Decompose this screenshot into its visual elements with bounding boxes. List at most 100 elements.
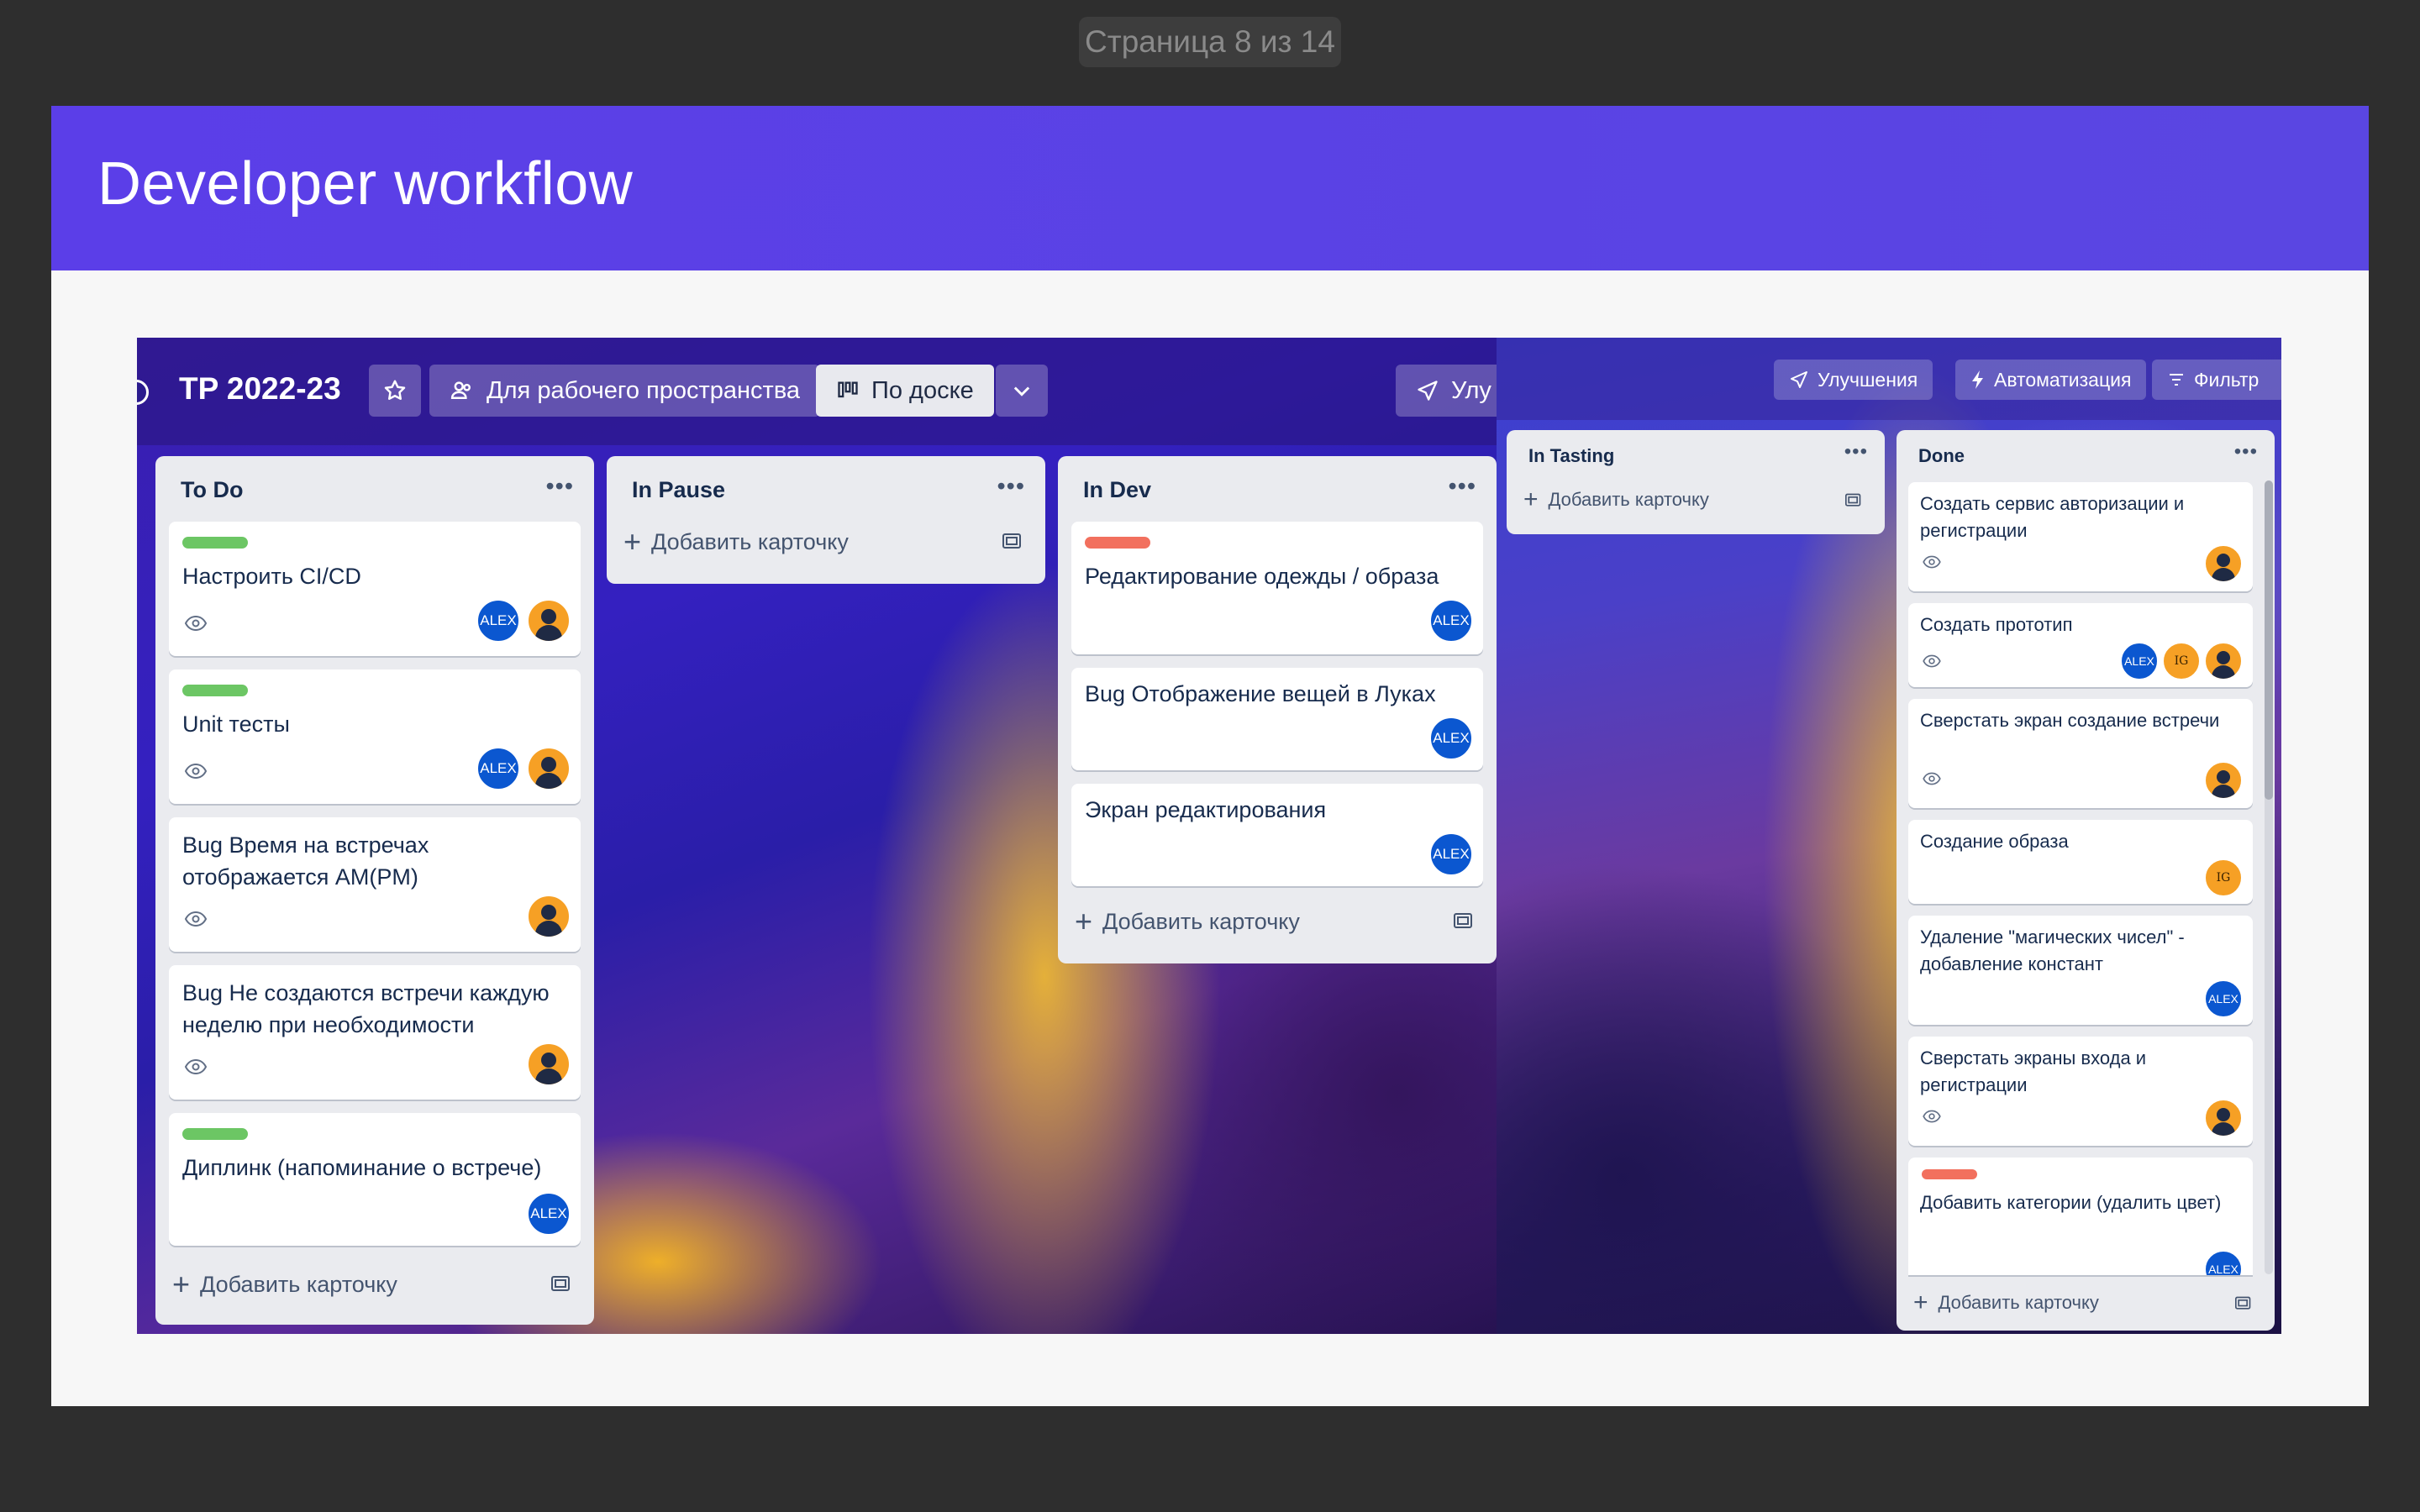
- power-ups-label-partial: Улу: [1451, 376, 1491, 404]
- avatar[interactable]: ALEX: [1429, 599, 1473, 643]
- card-title: Сверстать экраны входа и регистрации: [1920, 1047, 2147, 1095]
- card-template-icon[interactable]: [1453, 911, 1475, 932]
- rocket-icon: [1418, 381, 1438, 401]
- eye-icon: [1923, 1110, 1941, 1123]
- card-title: Сверстать экран создание встречи: [1920, 710, 2220, 731]
- list-title[interactable]: To Do: [181, 477, 243, 503]
- add-card-button[interactable]: + Добавить карточку: [623, 527, 849, 557]
- avatar[interactable]: [527, 895, 571, 938]
- avatar[interactable]: ALEX: [1429, 717, 1473, 760]
- avatar[interactable]: ALEX: [2204, 979, 2243, 1018]
- card-template-icon[interactable]: [2234, 1295, 2253, 1312]
- avatar[interactable]: ALEX: [2204, 1250, 2243, 1275]
- card[interactable]: Unit тесты ALEX: [169, 669, 581, 804]
- person-icon-body: [2212, 665, 2235, 679]
- card-label-red[interactable]: [1085, 537, 1150, 549]
- card[interactable]: Создание образа IG: [1908, 820, 2253, 904]
- power-ups-button[interactable]: Улучшения: [1774, 360, 1933, 400]
- add-card-button[interactable]: + Добавить карточку: [1075, 906, 1300, 937]
- card[interactable]: Bug Отображение вещей в Луках ALEX: [1071, 668, 1483, 770]
- board-topbar: TP 2022-23 Для рабочего пространства По …: [137, 338, 1497, 445]
- eye-icon: [184, 1058, 208, 1075]
- card[interactable]: Сверстать экраны входа и регистрации: [1908, 1037, 2253, 1146]
- card[interactable]: Экран редактирования ALEX: [1071, 784, 1483, 886]
- card-template-icon[interactable]: [1844, 492, 1863, 509]
- avatar[interactable]: [527, 747, 571, 790]
- card-members: ALEX: [476, 599, 571, 643]
- sidebar-toggle[interactable]: [137, 380, 149, 405]
- card-label-green[interactable]: [182, 685, 248, 696]
- scrollbar-thumb[interactable]: [2265, 480, 2273, 800]
- card-title: Создать прототип: [1920, 614, 2073, 635]
- card-template-icon[interactable]: [1002, 532, 1023, 552]
- avatar[interactable]: [2204, 1099, 2243, 1137]
- avatar[interactable]: ALEX: [1429, 832, 1473, 876]
- plus-icon: +: [1913, 1289, 1928, 1316]
- filters-label: Фильтр: [2194, 368, 2260, 391]
- add-card-button[interactable]: + Добавить карточку: [1913, 1290, 2099, 1315]
- card-template-icon[interactable]: [550, 1274, 572, 1294]
- avatar[interactable]: [527, 599, 571, 643]
- card-members: [2204, 544, 2243, 583]
- card-label-green[interactable]: [182, 1128, 248, 1140]
- workspace-visibility-button[interactable]: Для рабочего пространства: [429, 365, 821, 417]
- avatar[interactable]: ALEX: [2120, 642, 2159, 680]
- card[interactable]: Создать сервис авторизации и регистрации: [1908, 482, 2253, 591]
- card-members: ALEX: [527, 1192, 571, 1236]
- card[interactable]: Создать прототип ALEX IG: [1908, 603, 2253, 687]
- add-card-button[interactable]: + Добавить карточку: [172, 1269, 397, 1299]
- filters-button[interactable]: Фильтр: [2152, 360, 2281, 400]
- list-title[interactable]: In Tasting: [1528, 445, 1614, 467]
- card-title: Добавить категории (удалить цвет): [1920, 1192, 2222, 1213]
- power-ups-button-partial[interactable]: Улу: [1396, 365, 1497, 417]
- card-label-red[interactable]: [1922, 1169, 1977, 1179]
- card-title: Экран редактирования: [1085, 797, 1327, 822]
- card[interactable]: Настроить CI/CD ALEX: [169, 522, 581, 656]
- avatar[interactable]: [2204, 544, 2243, 583]
- card-members: ALEX: [1429, 717, 1473, 760]
- automation-button[interactable]: Автоматизация: [1955, 360, 2147, 400]
- card-title: Диплинк (напоминание о встрече): [182, 1155, 542, 1180]
- card-title: Создание образа: [1920, 831, 2069, 852]
- card[interactable]: Bug Не создаются встречи каждую неделю п…: [169, 965, 581, 1100]
- list-title[interactable]: In Dev: [1083, 477, 1151, 503]
- card-members: [527, 895, 571, 938]
- card-title: Удаление "магических чисел" - добавление…: [1920, 927, 2185, 974]
- card[interactable]: Добавить категории (удалить цвет) ALEX: [1908, 1158, 2253, 1275]
- card[interactable]: Диплинк (напоминание о встрече) ALEX: [169, 1113, 581, 1246]
- view-switcher-button[interactable]: [996, 365, 1048, 417]
- avatar[interactable]: ALEX: [527, 1192, 571, 1236]
- list-menu-button[interactable]: •••: [997, 473, 1025, 501]
- board-title[interactable]: TP 2022-23: [179, 371, 341, 407]
- card[interactable]: Bug Время на встречах отображается AM(PM…: [169, 817, 581, 952]
- avatar[interactable]: IG: [2204, 858, 2243, 897]
- card[interactable]: Удаление "магических чисел" - добавление…: [1908, 916, 2253, 1025]
- filter-icon: [2170, 374, 2183, 386]
- person-icon-body: [535, 625, 562, 641]
- add-card-label: Добавить карточку: [1102, 908, 1300, 934]
- avatar[interactable]: ALEX: [476, 747, 520, 790]
- card[interactable]: Сверстать экран создание встречи: [1908, 699, 2253, 808]
- list-scrollbar[interactable]: [2265, 480, 2273, 1274]
- avatar[interactable]: [2204, 642, 2243, 680]
- list-menu-button[interactable]: •••: [1844, 440, 1868, 464]
- avatar[interactable]: ALEX: [476, 599, 520, 643]
- list-menu-button[interactable]: •••: [546, 473, 574, 501]
- person-icon-head: [541, 905, 556, 920]
- board-view-button[interactable]: По доске: [816, 365, 994, 417]
- avatar[interactable]: [2204, 761, 2243, 800]
- avatar[interactable]: [527, 1042, 571, 1086]
- list-menu-button[interactable]: •••: [2234, 440, 2258, 464]
- board-left-panel: TP 2022-23 Для рабочего пространства По …: [137, 338, 1497, 1334]
- person-icon-body: [2212, 1122, 2235, 1136]
- list-title[interactable]: Done: [1918, 445, 1965, 467]
- add-card-button[interactable]: + Добавить карточку: [1523, 487, 1709, 512]
- list-title[interactable]: In Pause: [632, 477, 725, 503]
- card-label-green[interactable]: [182, 537, 248, 549]
- star-button[interactable]: [369, 365, 421, 417]
- page-indicator: Страница 8 из 14: [1079, 17, 1341, 67]
- card-title: Bug Не создаются встречи каждую неделю п…: [182, 980, 550, 1037]
- avatar[interactable]: IG: [2162, 642, 2201, 680]
- card[interactable]: Редактирование одежды / образа ALEX: [1071, 522, 1483, 654]
- list-menu-button[interactable]: •••: [1449, 473, 1476, 501]
